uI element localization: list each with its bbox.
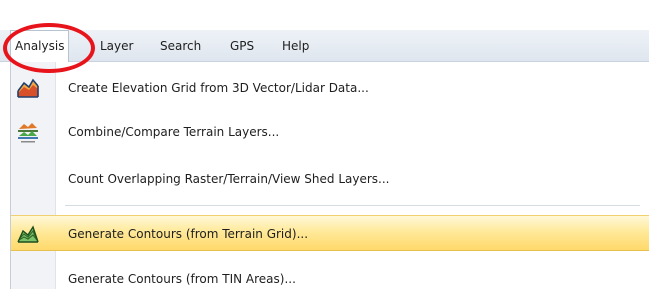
menu-item-label: Count Overlapping Raster/Terrain/View Sh…	[68, 172, 390, 186]
menu-item-combine-terrain[interactable]: Combine/Compare Terrain Layers...	[11, 114, 649, 150]
menu-item-label: Create Elevation Grid from 3D Vector/Lid…	[68, 81, 369, 95]
menu-item-generate-contours-terrain[interactable]: Generate Contours (from Terrain Grid)...	[11, 215, 649, 251]
menu-item-label: Generate Contours (from Terrain Grid)...	[68, 227, 309, 241]
menu-item-count-overlapping[interactable]: Count Overlapping Raster/Terrain/View Sh…	[11, 161, 649, 197]
menu-bar: Analysis Layer Search GPS Help	[0, 30, 649, 62]
menu-separator	[65, 205, 640, 206]
combine-terrain-icon	[16, 120, 40, 144]
menu-search[interactable]: Search	[160, 30, 201, 62]
menu-item-create-elevation-grid[interactable]: Create Elevation Grid from 3D Vector/Lid…	[11, 70, 649, 106]
contours-icon	[16, 222, 40, 246]
menu-item-label: Combine/Compare Terrain Layers...	[68, 125, 280, 139]
menu-analysis[interactable]: Analysis	[10, 30, 70, 62]
menu-gps[interactable]: GPS	[230, 30, 254, 62]
menu-layer[interactable]: Layer	[100, 30, 133, 62]
analysis-dropdown-menu: Create Elevation Grid from 3D Vector/Lid…	[10, 62, 649, 289]
menu-item-label: Generate Contours (from TIN Areas)...	[68, 272, 296, 286]
menu-item-generate-contours-tin[interactable]: Generate Contours (from TIN Areas)...	[11, 261, 649, 297]
menu-help[interactable]: Help	[282, 30, 309, 62]
elevation-grid-icon	[16, 76, 40, 100]
